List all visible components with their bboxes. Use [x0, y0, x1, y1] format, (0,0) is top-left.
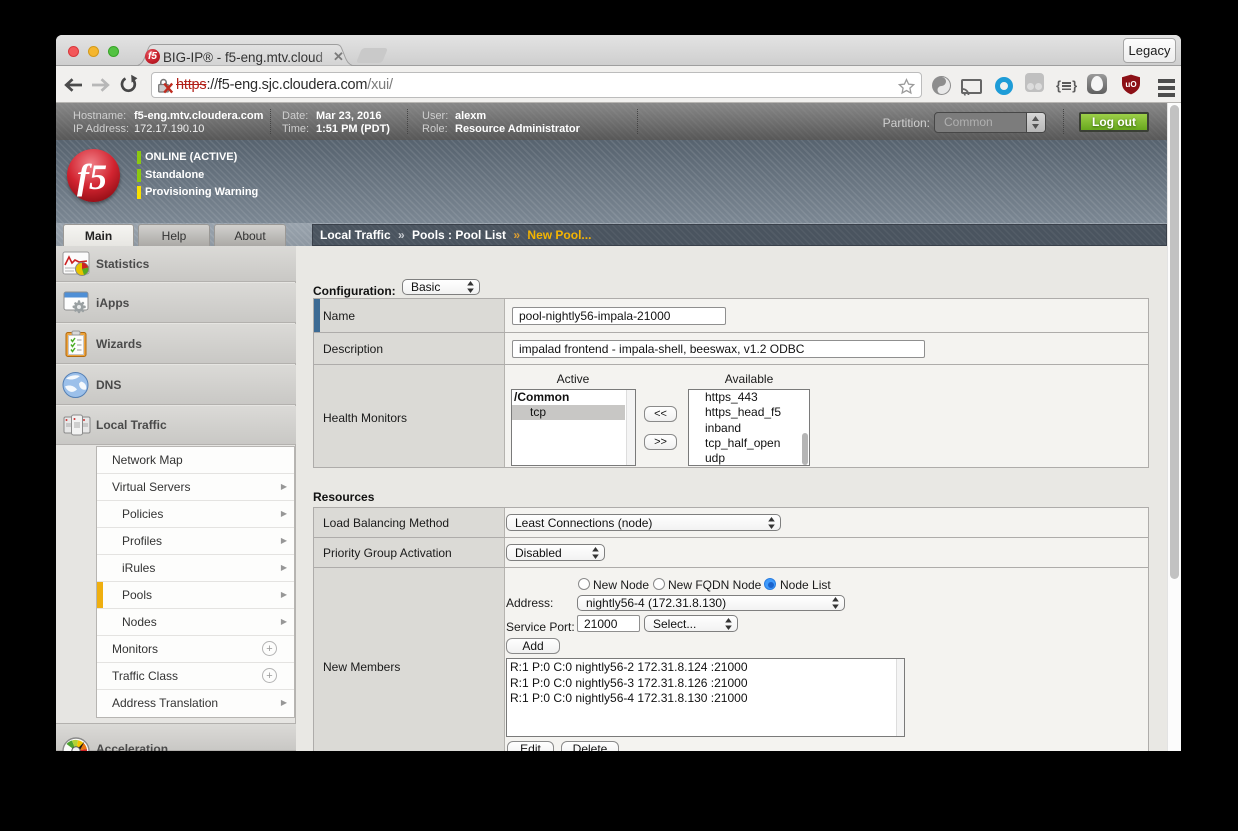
svg-text:uO: uO	[1125, 80, 1136, 89]
